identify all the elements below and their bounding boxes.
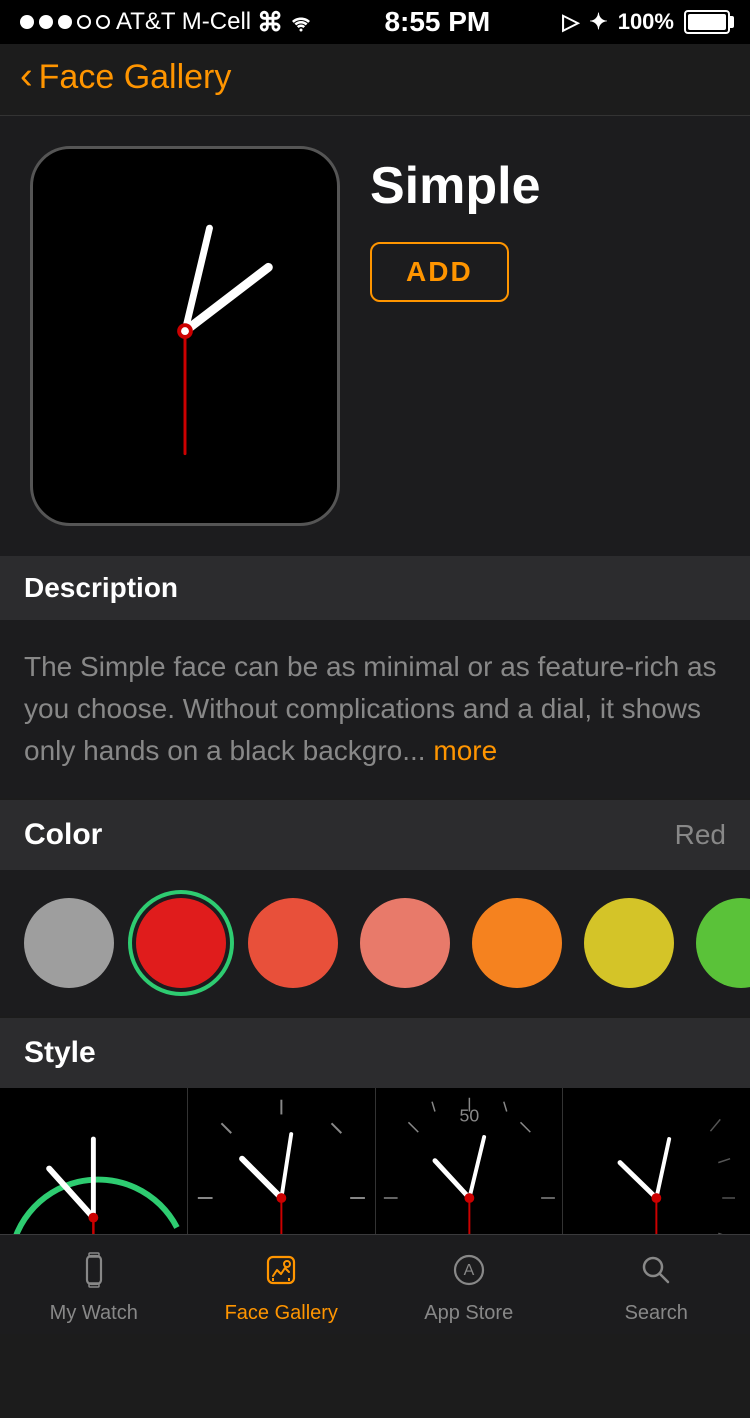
tab-bar: My Watch Face Gallery A App Store (0, 1234, 750, 1334)
battery-percent: 100% (618, 9, 674, 35)
back-chevron-icon: ‹ (20, 57, 33, 95)
watch-face-preview (30, 146, 340, 526)
hero-section: Simple ADD (0, 116, 750, 556)
tab-face-gallery[interactable]: Face Gallery (188, 1244, 376, 1325)
wifi-icon: ⌘ (257, 7, 312, 38)
carrier-label: AT&T M-Cell (116, 8, 251, 36)
tab-search-label: Search (625, 1302, 688, 1325)
hero-info: Simple ADD (370, 146, 720, 302)
add-button[interactable]: ADD (370, 242, 509, 302)
back-button[interactable]: ‹ Face Gallery (20, 58, 231, 97)
color-swatch-coral[interactable] (248, 898, 338, 988)
dot-1 (20, 15, 34, 29)
tab-app-store-label: App Store (424, 1302, 513, 1325)
face-gallery-icon (263, 1252, 299, 1296)
dot-3 (58, 15, 72, 29)
color-options (0, 870, 750, 1016)
svg-text:A: A (463, 1262, 474, 1279)
signal-dots (20, 15, 110, 29)
color-swatch-yellow[interactable] (584, 898, 674, 988)
app-store-icon: A (451, 1252, 487, 1296)
dot-5 (96, 15, 110, 29)
more-link[interactable]: more (433, 735, 497, 766)
back-label: Face Gallery (39, 58, 232, 97)
tab-my-watch[interactable]: My Watch (0, 1244, 188, 1325)
tab-face-gallery-label: Face Gallery (225, 1302, 338, 1325)
clock-svg (33, 149, 337, 523)
color-section: Color Red (0, 800, 750, 1016)
face-title: Simple (370, 156, 720, 216)
nav-header: ‹ Face Gallery (0, 44, 750, 116)
dot-4 (77, 15, 91, 29)
color-header: Color Red (0, 800, 750, 870)
status-right: ▷ ✦ 100% (562, 9, 730, 35)
style-section-label: Style (24, 1036, 96, 1069)
my-watch-icon (76, 1252, 112, 1296)
description-body: The Simple face can be as minimal or as … (24, 651, 717, 766)
tab-my-watch-label: My Watch (50, 1302, 138, 1325)
location-icon: ▷ (562, 9, 579, 35)
battery-icon (684, 10, 730, 34)
bluetooth-icon: ✦ (589, 9, 607, 35)
tab-search[interactable]: Search (563, 1244, 750, 1325)
color-swatch-orange[interactable] (472, 898, 562, 988)
dot-2 (39, 15, 53, 29)
description-header: Description (0, 556, 750, 620)
color-section-label: Color (24, 818, 102, 852)
description-text: The Simple face can be as minimal or as … (24, 646, 726, 772)
color-swatch-silver[interactable] (24, 898, 114, 988)
svg-text:50: 50 (459, 1105, 479, 1125)
description-section: The Simple face can be as minimal or as … (0, 620, 750, 798)
color-current-value: Red (675, 819, 726, 851)
style-section-header: Style (0, 1018, 750, 1088)
search-icon (638, 1252, 674, 1296)
tab-app-store[interactable]: A App Store (375, 1244, 563, 1325)
status-bar: AT&T M-Cell ⌘ 8:55 PM ▷ ✦ 100% (0, 0, 750, 44)
status-time: 8:55 PM (384, 6, 490, 38)
status-left: AT&T M-Cell ⌘ (20, 7, 312, 38)
color-swatch-red[interactable] (136, 898, 226, 988)
battery-fill (688, 14, 726, 30)
color-swatch-green[interactable] (696, 898, 750, 988)
color-swatch-salmon[interactable] (360, 898, 450, 988)
